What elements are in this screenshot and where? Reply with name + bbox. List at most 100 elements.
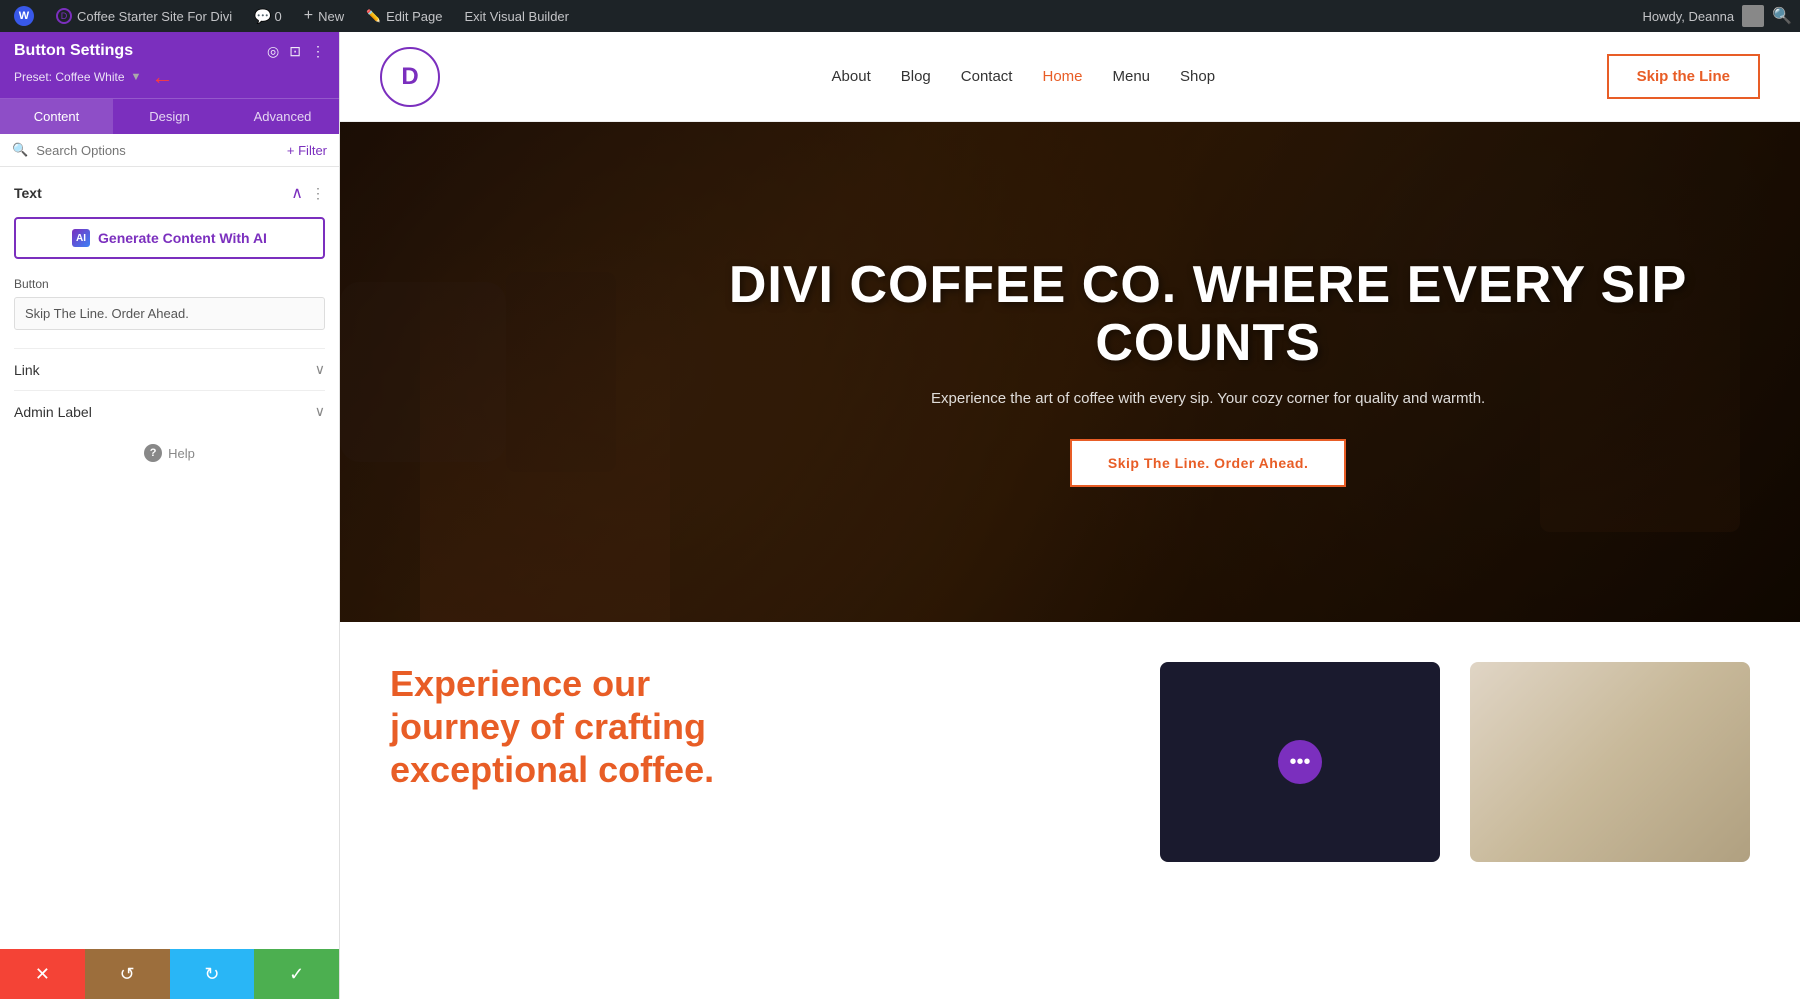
- search-options-input[interactable]: [36, 143, 279, 158]
- logo-letter: D: [401, 63, 418, 91]
- header-cta-label: Skip the Line: [1637, 68, 1730, 85]
- hero-section: DIVI COFFEE CO. WHERE EVERY SIP COUNTS E…: [340, 122, 1800, 622]
- preset-row: Preset: Coffee White ▼ ←: [14, 64, 325, 90]
- ai-icon: AI: [72, 229, 90, 247]
- preset-label: Preset: Coffee White: [14, 70, 125, 84]
- link-section-row[interactable]: Link ∨: [14, 348, 325, 390]
- panel-content: Text ∧ ⋮ AI Generate Content With AI But…: [0, 167, 339, 949]
- save-icon: ✓: [289, 964, 304, 985]
- undo-icon: ↺: [120, 964, 135, 985]
- site-logo: D: [380, 47, 440, 107]
- nav-shop[interactable]: Shop: [1180, 68, 1215, 85]
- below-heading-line1: Experience our: [390, 662, 1130, 705]
- text-collapse-icon[interactable]: ∧: [291, 183, 303, 203]
- wp-icon: W: [14, 6, 34, 26]
- main-layout: Button Settings ◎ ⊡ ⋮ Preset: Coffee Whi…: [0, 32, 1800, 999]
- target-icon[interactable]: ◎: [267, 43, 279, 60]
- button-field-group: Button: [14, 277, 325, 348]
- hero-content: DIVI COFFEE CO. WHERE EVERY SIP COUNTS E…: [616, 257, 1800, 486]
- tab-advanced-label: Advanced: [254, 109, 312, 124]
- redo-icon: ↻: [204, 964, 219, 985]
- hero-cta-label: Skip The Line. Order Ahead.: [1108, 455, 1308, 471]
- panel-search: 🔍 + Filter: [0, 134, 339, 167]
- new-item[interactable]: + New: [298, 0, 350, 32]
- help-row[interactable]: ? Help: [14, 432, 325, 474]
- site-nav: About Blog Contact Home Menu Shop: [832, 68, 1216, 85]
- play-button[interactable]: •••: [1278, 740, 1322, 784]
- hero-subtitle: Experience the art of coffee with every …: [656, 390, 1760, 407]
- nav-menu[interactable]: Menu: [1113, 68, 1151, 85]
- help-label: Help: [168, 446, 195, 461]
- nav-contact[interactable]: Contact: [961, 68, 1013, 85]
- filter-button[interactable]: + Filter: [287, 143, 327, 158]
- tab-content[interactable]: Content: [0, 99, 113, 134]
- exit-builder-item[interactable]: Exit Visual Builder: [458, 0, 575, 32]
- layout-icon[interactable]: ⊡: [289, 43, 301, 60]
- redo-button[interactable]: ↻: [170, 949, 255, 999]
- edit-page-item[interactable]: ✏️ Edit Page: [360, 0, 448, 32]
- below-heading-line3: exceptional coffee.: [390, 748, 1130, 791]
- nav-about[interactable]: About: [832, 68, 871, 85]
- close-button[interactable]: ✕: [0, 949, 85, 999]
- right-area: D About Blog Contact Home Menu Shop Skip…: [340, 32, 1800, 999]
- text-section-title: Text: [14, 185, 42, 201]
- below-card-image: [1470, 662, 1750, 862]
- dots-icon: •••: [1289, 751, 1310, 774]
- close-icon: ✕: [35, 964, 50, 985]
- panel-tabs: Content Design Advanced: [0, 98, 339, 134]
- preset-arrow: ←: [151, 64, 173, 90]
- plus-icon: +: [304, 7, 313, 25]
- admin-label-chevron-icon: ∨: [315, 403, 325, 420]
- user-avatar: [1742, 5, 1764, 27]
- panel-header-icons: ◎ ⊡ ⋮: [267, 43, 325, 60]
- text-section-header: Text ∧ ⋮: [14, 183, 325, 203]
- undo-button[interactable]: ↺: [85, 949, 170, 999]
- nav-blog[interactable]: Blog: [901, 68, 931, 85]
- pencil-icon: ✏️: [366, 9, 381, 23]
- button-text-input[interactable]: [14, 297, 325, 330]
- tab-advanced[interactable]: Advanced: [226, 99, 339, 134]
- site-name-item[interactable]: D Coffee Starter Site For Divi: [50, 0, 238, 32]
- link-chevron-icon: ∨: [315, 361, 325, 378]
- panel-header: Button Settings ◎ ⊡ ⋮ Preset: Coffee Whi…: [0, 32, 339, 98]
- panel-title-row: Button Settings ◎ ⊡ ⋮: [14, 42, 325, 60]
- edit-page-label: Edit Page: [386, 9, 442, 24]
- admin-bar: W D Coffee Starter Site For Divi 💬 0 + N…: [0, 0, 1800, 32]
- search-icon-panel: 🔍: [12, 142, 28, 158]
- site-name: Coffee Starter Site For Divi: [77, 9, 232, 24]
- tab-content-label: Content: [34, 109, 80, 124]
- wp-logo-item[interactable]: W: [8, 0, 40, 32]
- generate-ai-button[interactable]: AI Generate Content With AI: [14, 217, 325, 259]
- howdy-text: Howdy, Deanna: [1643, 9, 1735, 24]
- search-icon[interactable]: 🔍: [1772, 6, 1792, 26]
- save-button[interactable]: ✓: [254, 949, 339, 999]
- button-field-label: Button: [14, 277, 325, 291]
- comments-count: 0: [275, 9, 282, 24]
- text-more-icon[interactable]: ⋮: [311, 185, 325, 202]
- divi-icon: D: [56, 8, 72, 24]
- header-cta-button[interactable]: Skip the Line: [1607, 54, 1760, 99]
- nav-home[interactable]: Home: [1042, 68, 1082, 85]
- comment-icon: 💬: [254, 8, 271, 25]
- comments-item[interactable]: 💬 0: [248, 0, 288, 32]
- more-icon[interactable]: ⋮: [311, 43, 325, 60]
- admin-label-section-row[interactable]: Admin Label ∨: [14, 390, 325, 432]
- hero-title: DIVI COFFEE CO. WHERE EVERY SIP COUNTS: [656, 257, 1760, 371]
- tab-design[interactable]: Design: [113, 99, 226, 134]
- help-icon: ?: [144, 444, 162, 462]
- preset-chevron[interactable]: ▼: [131, 71, 142, 83]
- below-heading-line2: journey of crafting: [390, 705, 1130, 748]
- admin-bar-right: Howdy, Deanna 🔍: [1643, 5, 1792, 27]
- hero-cta-button[interactable]: Skip The Line. Order Ahead.: [1070, 439, 1346, 487]
- site-header: D About Blog Contact Home Menu Shop Skip…: [340, 32, 1800, 122]
- ai-button-label: Generate Content With AI: [98, 230, 267, 246]
- admin-label: Admin Label: [14, 404, 92, 420]
- panel-bottom: ✕ ↺ ↻ ✓: [0, 949, 339, 999]
- link-label: Link: [14, 362, 40, 378]
- text-section-icons: ∧ ⋮: [291, 183, 325, 203]
- below-card-video: •••: [1160, 662, 1440, 862]
- panel-title: Button Settings: [14, 42, 133, 60]
- admin-bar-left: W D Coffee Starter Site For Divi 💬 0 + N…: [8, 0, 1631, 32]
- new-label: New: [318, 9, 344, 24]
- tab-design-label: Design: [149, 109, 189, 124]
